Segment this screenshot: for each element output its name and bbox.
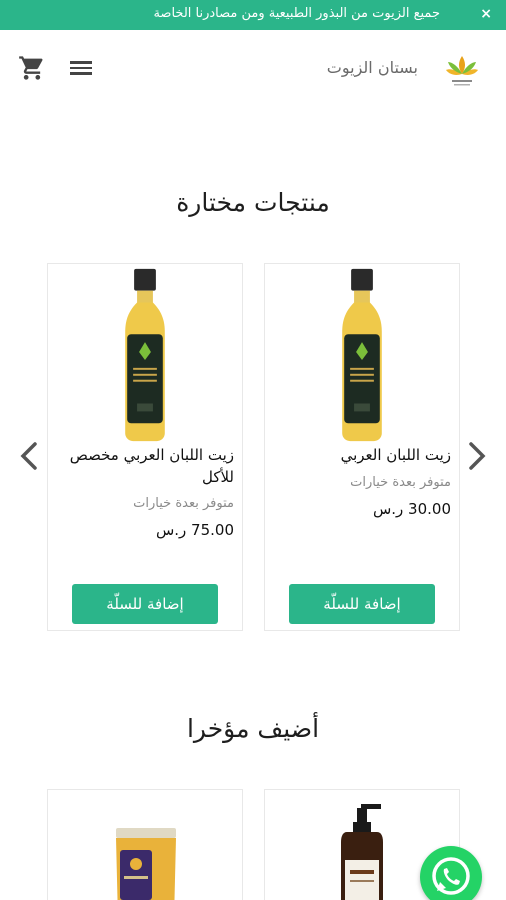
product-card[interactable]: زيت اللبان العربي مخصص للأكل متوفر بعدة … xyxy=(47,263,243,631)
announcement-text: جميع الزيوت من البذور الطبيعية ومن مصادر… xyxy=(153,6,440,21)
product-price: 30.00 ر.س xyxy=(372,500,451,518)
close-icon[interactable]: × xyxy=(480,6,492,22)
product-image[interactable] xyxy=(48,264,242,444)
add-to-cart-button[interactable]: إضافة للسلّة xyxy=(72,584,218,624)
whatsapp-button[interactable] xyxy=(420,846,482,900)
product-price: 75.00 ر.س xyxy=(155,521,234,539)
site-name[interactable]: بستان الزيوت xyxy=(327,58,418,77)
announcement-bar: جميع الزيوت من البذور الطبيعية ومن مصادر… xyxy=(0,0,506,30)
cart-icon[interactable] xyxy=(18,54,46,82)
site-logo[interactable] xyxy=(440,48,484,92)
product-availability: متوفر بعدة خيارات xyxy=(350,475,451,490)
recent-section-title: أضيف مؤخرا xyxy=(186,714,320,743)
product-card[interactable]: زيت اللبان العربي متوفر بعدة خيارات 30.0… xyxy=(264,263,460,631)
whatsapp-icon xyxy=(432,857,470,895)
featured-section-title: منتجات مختارة xyxy=(176,188,330,217)
product-availability: متوفر بعدة خيارات xyxy=(133,496,234,511)
product-image[interactable] xyxy=(48,790,244,900)
product-image[interactable] xyxy=(265,264,459,444)
chevron-left-icon[interactable] xyxy=(17,440,41,472)
menu-icon[interactable] xyxy=(68,58,94,80)
site-header: بستان الزيوت xyxy=(0,30,506,106)
product-card[interactable] xyxy=(47,789,243,900)
product-name[interactable]: زيت اللبان العربي مخصص للأكل xyxy=(56,444,234,488)
add-to-cart-button[interactable]: إضافة للسلّة xyxy=(289,584,435,624)
chevron-right-icon[interactable] xyxy=(465,440,489,472)
product-name[interactable]: زيت اللبان العربي xyxy=(273,444,451,466)
